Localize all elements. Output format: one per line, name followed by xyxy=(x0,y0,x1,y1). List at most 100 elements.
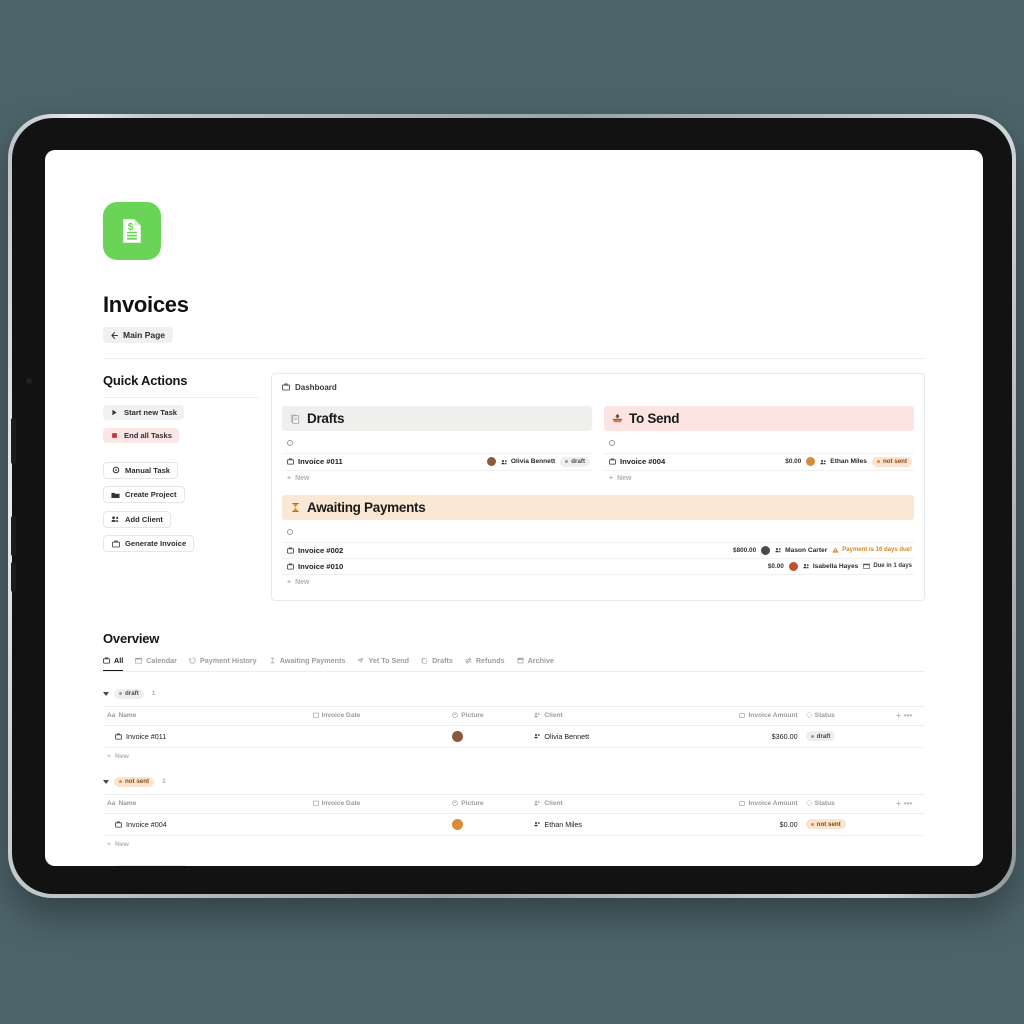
avatar xyxy=(452,730,464,742)
plus-icon: + xyxy=(107,752,111,760)
calendar-icon xyxy=(312,712,319,718)
board-column-header-drafts[interactable]: Drafts xyxy=(282,405,592,431)
column-header-name[interactable]: Aa Name xyxy=(103,793,309,814)
cell-picture[interactable] xyxy=(448,813,531,836)
create-project-label: Create Project xyxy=(125,490,177,499)
dashboard-label-text: Dashboard xyxy=(295,382,337,392)
column-header-invoice-amount[interactable]: Invoice Amount xyxy=(670,705,802,726)
board-new-card-button[interactable]: + New xyxy=(282,469,592,482)
person-icon xyxy=(452,800,459,806)
column-header-actions[interactable]: + ••• xyxy=(892,705,925,726)
generate-invoice-button[interactable]: Generate Invoice xyxy=(103,535,195,552)
create-project-button[interactable]: Create Project xyxy=(103,486,185,503)
board-new-card-button[interactable]: + New xyxy=(604,469,914,482)
cell-invoice-date[interactable] xyxy=(308,725,449,748)
table-group-header[interactable]: not sent 1 xyxy=(103,776,925,787)
table-new-row-button[interactable]: + New xyxy=(103,748,925,760)
chevron-down-icon[interactable] xyxy=(103,779,109,784)
board-group-toggle[interactable] xyxy=(287,439,293,446)
table-more-button[interactable]: ••• xyxy=(904,799,912,808)
start-new-task-button[interactable]: Start new Task xyxy=(103,404,185,420)
table-row[interactable]: Invoice #004 Ethan Miles $0.00 not sent xyxy=(103,813,925,836)
board-column-header-awaiting[interactable]: Awaiting Payments xyxy=(282,494,914,520)
add-client-button[interactable]: Add Client xyxy=(103,510,171,528)
cell-client[interactable]: Olivia Bennett xyxy=(530,725,671,748)
avatar xyxy=(452,818,464,830)
board-card-client: Isabella Hayes xyxy=(803,563,858,570)
board-column-header-to-send[interactable]: To Send xyxy=(604,405,914,431)
tab-awaiting-payments[interactable]: Awaiting Payments xyxy=(269,656,345,670)
column-header-picture[interactable]: Picture xyxy=(448,705,531,726)
end-all-tasks-button[interactable]: End all Tasks xyxy=(103,427,179,443)
cell-invoice-amount[interactable]: $0.00 xyxy=(670,813,802,836)
column-header-status[interactable]: Status xyxy=(801,705,893,726)
column-header-status[interactable]: Status xyxy=(801,793,893,814)
board-card[interactable]: Invoice #002 $800.00 Mason Carter Paymen… xyxy=(282,541,914,558)
tab-archive[interactable]: Archive xyxy=(517,656,554,670)
cell-name-text: Invoice #011 xyxy=(126,731,167,741)
volume-down-button[interactable] xyxy=(11,562,16,592)
briefcase-icon xyxy=(115,820,122,828)
pages-icon xyxy=(290,413,301,424)
column-header-name[interactable]: Aa Name xyxy=(103,705,309,726)
board-group-toggle[interactable] xyxy=(609,439,615,446)
column-header-invoice-amount[interactable]: Invoice Amount xyxy=(670,793,802,814)
tab-drafts[interactable]: Drafts xyxy=(421,656,453,670)
cell-picture[interactable] xyxy=(448,725,531,748)
briefcase-icon xyxy=(287,458,294,465)
cell-name[interactable]: Invoice #011 xyxy=(103,725,309,748)
cell-client[interactable]: Ethan Miles xyxy=(530,813,671,836)
tablet-screen: $ Invoices Main Page Quick Actions Start… xyxy=(45,150,983,866)
tablet-device-frame: $ Invoices Main Page Quick Actions Start… xyxy=(8,114,1016,898)
tab-payment-history[interactable]: Payment History xyxy=(189,656,257,670)
column-header-picture[interactable]: Picture xyxy=(448,793,531,814)
board-card[interactable]: Invoice #010 $0.00 Isabella Hayes Due in… xyxy=(282,557,914,574)
tab-refunds[interactable]: Refunds xyxy=(465,656,505,670)
cell-invoice-date[interactable] xyxy=(308,813,449,836)
board-card-name: Invoice #002 xyxy=(298,545,344,555)
column-header-client[interactable]: Client xyxy=(530,705,671,726)
board-column-title-drafts: Drafts xyxy=(307,410,345,426)
board-new-card-button[interactable]: + New xyxy=(282,573,914,586)
board-card[interactable]: Invoice #004 $0.00 Ethan Miles not sent xyxy=(604,452,914,470)
header-divider xyxy=(103,357,925,359)
column-header-client[interactable]: Client xyxy=(530,793,671,814)
table-group-header[interactable]: Waiting for payment 2 xyxy=(103,864,925,866)
table-row[interactable]: Invoice #011 Olivia Bennett $360.00 draf… xyxy=(103,725,925,748)
cell-status[interactable]: draft xyxy=(801,725,893,748)
table-group-header[interactable]: draft 1 xyxy=(103,688,925,699)
cell-status[interactable]: not sent xyxy=(801,813,893,836)
column-label: Name xyxy=(118,711,137,719)
overdue-warning: Payment is 16 days due! xyxy=(832,547,912,553)
tab-yet-to-send[interactable]: Yet To Send xyxy=(357,656,409,670)
cell-name[interactable]: Invoice #004 xyxy=(103,813,309,836)
table-more-button[interactable]: ••• xyxy=(904,711,912,720)
avatar xyxy=(761,545,771,555)
column-header-actions[interactable]: + ••• xyxy=(892,793,925,814)
briefcase-icon xyxy=(739,712,746,718)
manual-task-button[interactable]: Manual Task xyxy=(103,461,179,479)
cell-invoice-amount[interactable]: $360.00 xyxy=(670,725,802,748)
volume-up-button[interactable] xyxy=(11,516,16,556)
back-to-main-page-button[interactable]: Main Page xyxy=(103,327,174,343)
group-count: 1 xyxy=(151,690,156,697)
power-button[interactable] xyxy=(11,418,16,464)
people-icon xyxy=(820,459,827,465)
board-card-client-name: Mason Carter xyxy=(785,546,828,554)
tab-calendar[interactable]: Calendar xyxy=(135,656,177,670)
people-icon xyxy=(534,800,541,806)
column-header-invoice-date[interactable]: Invoice Date xyxy=(308,793,449,814)
column-label: Client xyxy=(544,799,563,807)
column-header-invoice-date[interactable]: Invoice Date xyxy=(308,705,449,726)
table-new-row-button[interactable]: + New xyxy=(103,836,925,848)
board-group-toggle[interactable] xyxy=(287,528,293,535)
tab-all[interactable]: All xyxy=(103,656,124,671)
board-card-name: Invoice #004 xyxy=(620,457,666,466)
board-card[interactable]: Invoice #011 Olivia Bennett draft xyxy=(282,452,592,470)
page-scroll-area[interactable]: $ Invoices Main Page Quick Actions Start… xyxy=(45,150,983,866)
add-column-button[interactable]: + xyxy=(896,799,901,808)
chevron-down-icon[interactable] xyxy=(103,691,109,696)
add-column-button[interactable]: + xyxy=(896,711,901,720)
manual-task-label: Manual Task xyxy=(125,465,171,475)
cell-client-text: Ethan Miles xyxy=(544,819,582,829)
